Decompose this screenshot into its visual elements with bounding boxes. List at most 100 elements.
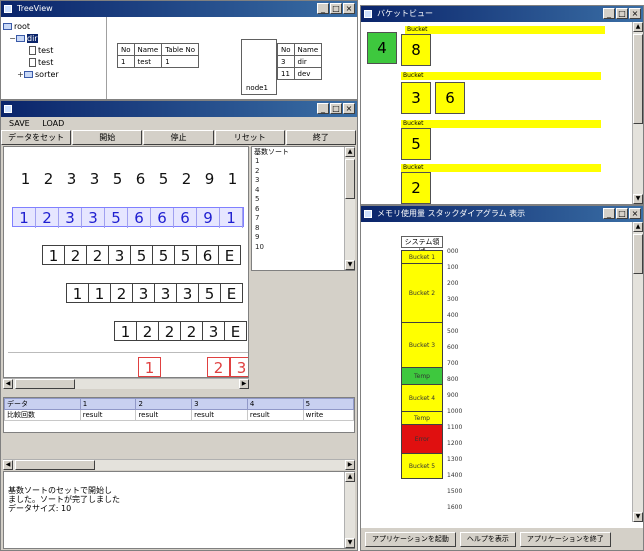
list-item[interactable]: 6 — [252, 205, 354, 215]
maximize-button[interactable]: □ — [330, 3, 342, 14]
set-data-button[interactable]: データをセット — [1, 130, 72, 145]
grid-cell[interactable]: write — [302, 409, 355, 421]
grid-header-cell[interactable]: 2 — [135, 398, 193, 410]
radix-list[interactable]: 基数ソート 1 2 3 4 5 6 7 8 9 10 — [251, 146, 355, 271]
list-item[interactable]: 7 — [252, 214, 354, 224]
main-window-titlebar[interactable]: _ □ × — [1, 101, 357, 117]
close-button[interactable]: × — [629, 8, 641, 19]
result-grid[interactable]: データ 1 2 3 4 5 比較回数 result result result result wri… — [3, 397, 355, 433]
array-cell: 5 — [174, 245, 197, 265]
exit-button[interactable]: 終了 — [285, 130, 357, 145]
maximize-button[interactable]: □ — [616, 8, 628, 19]
scroll-thumb[interactable] — [633, 234, 643, 274]
grid-header-cell[interactable]: 3 — [191, 398, 248, 410]
stack-segment[interactable]: Temp — [401, 367, 443, 385]
menu-save[interactable]: SAVE — [9, 119, 30, 128]
scroll-down-icon[interactable]: ▼ — [633, 194, 643, 204]
canvas-hscrollbar[interactable]: ◀ ▶ — [3, 378, 249, 389]
grid-cell[interactable]: result — [246, 409, 304, 421]
minimize-button[interactable]: _ — [317, 103, 329, 114]
expand-toggle[interactable]: + — [17, 69, 24, 81]
grid-header-cell[interactable]: 1 — [79, 398, 137, 410]
grid-header-cell[interactable]: 4 — [246, 398, 304, 410]
tree-window-titlebar[interactable]: TreeView _ □ × — [1, 1, 357, 17]
tree-view[interactable]: root − dir test test + sorter — [3, 21, 103, 99]
stack-segment[interactable]: Bucket 5 — [401, 453, 443, 479]
scroll-left-icon[interactable]: ◀ — [3, 379, 13, 389]
log-output[interactable]: 基数ソートのセットで開始し ました。ソートが完了しました データサイズ: 10 — [3, 471, 355, 549]
list-item[interactable]: 5 — [252, 195, 354, 205]
start-button[interactable]: 開始 — [72, 130, 143, 145]
array-cell: 1 — [20, 170, 31, 188]
scroll-right-icon[interactable]: ▶ — [239, 379, 249, 389]
stack-vscrollbar[interactable]: ▲ ▼ — [632, 222, 643, 522]
minimize-button[interactable]: _ — [317, 3, 329, 14]
folder-icon — [3, 23, 12, 30]
stack-segment[interactable]: Bucket 1 — [401, 250, 443, 264]
grid-cell[interactable]: result — [135, 409, 193, 421]
maximize-button[interactable]: □ — [330, 103, 342, 114]
minimize-button[interactable]: _ — [603, 8, 615, 19]
bucket-canvas: Bucket 4 8 Bucket 3 6 Bucket 5 Bucket 2 — [361, 22, 643, 204]
list-item[interactable]: 2 — [252, 167, 354, 177]
grid-cell[interactable]: result — [191, 409, 248, 421]
stack-segment[interactable]: Temp — [401, 411, 443, 425]
list-item[interactable]: 8 — [252, 224, 354, 234]
stack-segment[interactable]: Error — [401, 424, 443, 454]
scroll-up-icon[interactable]: ▲ — [345, 147, 355, 157]
scroll-down-icon[interactable]: ▼ — [345, 260, 355, 270]
scroll-down-icon[interactable]: ▼ — [345, 538, 355, 548]
splitter[interactable] — [106, 17, 107, 99]
scroll-up-icon[interactable]: ▲ — [633, 22, 643, 32]
grid-cell[interactable]: result — [79, 409, 137, 421]
bucket-label: Bucket — [401, 164, 601, 172]
grid-header-cell[interactable]: 5 — [302, 398, 355, 410]
collapse-toggle[interactable]: − — [9, 33, 16, 45]
quit-app-button[interactable]: アプリケーションを終了 — [519, 531, 611, 547]
list-item[interactable]: 1 — [252, 157, 354, 167]
list-item[interactable]: 4 — [252, 186, 354, 196]
log-vscrollbar[interactable]: ▲ ▼ — [344, 472, 355, 548]
close-button[interactable]: × — [343, 103, 355, 114]
list-item[interactable]: 3 — [252, 176, 354, 186]
scroll-up-icon[interactable]: ▲ — [633, 222, 643, 232]
scroll-thumb[interactable] — [345, 159, 355, 199]
tree-node-root[interactable]: root — [3, 21, 30, 33]
list-item[interactable]: 10 — [252, 243, 354, 253]
help-button[interactable]: ヘルプを表示 — [459, 531, 516, 547]
bucket-window-titlebar[interactable]: バケットビュー _ □ × — [361, 6, 643, 22]
stop-button[interactable]: 停止 — [143, 130, 214, 145]
scroll-down-icon[interactable]: ▼ — [633, 512, 643, 522]
stack-segment[interactable]: Bucket 4 — [401, 384, 443, 412]
tree-node-sorter[interactable]: + sorter — [17, 69, 59, 81]
stack-tick-label: 600 — [447, 344, 459, 351]
tree-node-dir[interactable]: − dir — [9, 33, 38, 45]
bucket-cell: 8 — [401, 34, 431, 66]
stack-window-titlebar[interactable]: メモリ使用量 スタックダイアグラム 表示 _ □ × — [361, 206, 643, 222]
scroll-right-icon[interactable]: ▶ — [345, 460, 355, 470]
minimize-button[interactable]: _ — [603, 208, 615, 219]
tree-node-file[interactable]: test — [29, 57, 53, 69]
close-button[interactable]: × — [343, 3, 355, 14]
stack-segment[interactable]: Bucket 3 — [401, 322, 443, 368]
scroll-thumb[interactable] — [15, 379, 75, 389]
array-cell — [184, 357, 207, 377]
stack-segment[interactable]: Bucket 2 — [401, 263, 443, 323]
bucket-vscrollbar[interactable]: ▲ ▼ — [632, 22, 643, 204]
list-item[interactable]: 9 — [252, 233, 354, 243]
close-button[interactable]: × — [629, 208, 641, 219]
grid-hscrollbar[interactable]: ◀ ▶ — [3, 459, 355, 470]
scroll-left-icon[interactable]: ◀ — [3, 460, 13, 470]
list-vscrollbar[interactable]: ▲ ▼ — [344, 147, 355, 270]
grid-cell[interactable]: 比較回数 — [4, 409, 81, 421]
scroll-up-icon[interactable]: ▲ — [345, 472, 355, 482]
menu-load[interactable]: LOAD — [42, 119, 64, 128]
maximize-button[interactable]: □ — [616, 208, 628, 219]
scroll-thumb[interactable] — [15, 460, 95, 470]
grid-header-cell[interactable]: データ — [4, 398, 81, 410]
scroll-thumb[interactable] — [633, 34, 643, 124]
tree-node-file[interactable]: test — [29, 45, 53, 57]
launch-app-button[interactable]: アプリケーションを起動 — [365, 531, 456, 547]
reset-button[interactable]: リセット — [214, 130, 285, 145]
array-cell: 6 — [174, 208, 197, 228]
